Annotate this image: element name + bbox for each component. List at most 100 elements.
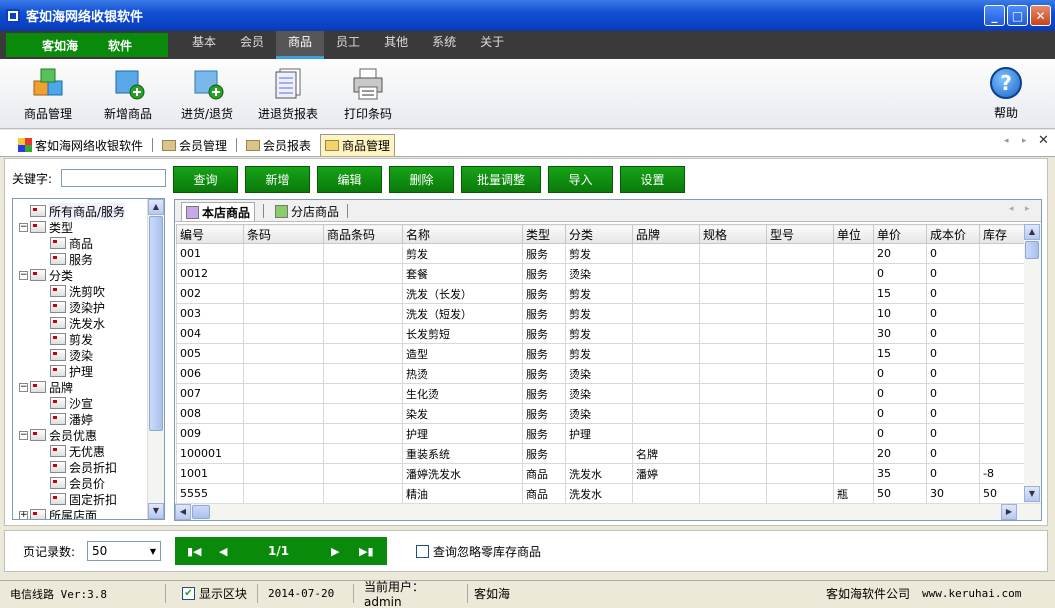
- tree-node[interactable]: 烫染护: [39, 299, 105, 315]
- table-row[interactable]: 100001 重装系统 服务 名牌 20 0: [176, 443, 1025, 464]
- help-button[interactable]: ? 帮助: [984, 67, 1028, 121]
- scroll-thumb[interactable]: [1025, 241, 1039, 259]
- tab-scroll-right-icon[interactable]: ▸: [1022, 136, 1027, 146]
- tab-own-store[interactable]: 本店商品: [181, 202, 256, 221]
- minimize-button[interactable]: _: [984, 5, 1005, 26]
- print-barcode-button[interactable]: 打印条码: [340, 67, 396, 122]
- goods-manage-button[interactable]: 商品管理: [20, 67, 76, 122]
- tab-goods-manage[interactable]: 商品管理: [320, 134, 396, 156]
- prev-page-icon[interactable]: ◀: [219, 545, 227, 558]
- tree-node[interactable]: 沙宣: [39, 395, 93, 411]
- page-size-select[interactable]: 50 ▼: [87, 541, 161, 561]
- tab-member-report[interactable]: 会员报表: [242, 134, 315, 156]
- table-row[interactable]: 007 生化烫 服务 烫染 0 0: [176, 383, 1025, 404]
- last-page-icon[interactable]: ▶▮: [359, 545, 374, 558]
- scroll-up-icon[interactable]: ▲: [1024, 224, 1040, 240]
- table-row[interactable]: 008 染发 服务 烫染 0 0: [176, 403, 1025, 424]
- column-header[interactable]: 编号: [176, 224, 244, 244]
- first-page-icon[interactable]: ▮◀: [187, 545, 202, 558]
- table-row[interactable]: 006 热烫 服务 烫染 0 0: [176, 363, 1025, 384]
- menu-system[interactable]: 系统: [420, 31, 468, 59]
- next-page-icon[interactable]: ▶: [331, 545, 339, 558]
- batch-adjust-button[interactable]: 批量调整: [461, 166, 541, 193]
- column-header[interactable]: 类型: [522, 224, 566, 244]
- column-header[interactable]: 品牌: [632, 224, 700, 244]
- grid-vscrollbar[interactable]: ▲ ▼: [1024, 224, 1041, 504]
- column-header[interactable]: 型号: [766, 224, 834, 244]
- column-header[interactable]: 条码: [243, 224, 324, 244]
- add-goods-button[interactable]: 新增商品: [100, 67, 156, 122]
- collapse-icon[interactable]: −: [19, 430, 28, 440]
- collapse-icon[interactable]: −: [19, 222, 28, 232]
- column-header[interactable]: 名称: [402, 224, 523, 244]
- tree-node[interactable]: 烫染: [39, 347, 93, 363]
- menu-about[interactable]: 关于: [468, 31, 516, 59]
- table-row[interactable]: 1001 潘婷洗发水 商品 洗发水 潘婷 35 0 -8: [176, 463, 1025, 484]
- ignore-zero-checkbox[interactable]: [416, 545, 429, 558]
- subtab-scroll-right-icon[interactable]: ▸: [1025, 204, 1030, 214]
- column-header[interactable]: 分类: [565, 224, 633, 244]
- expand-icon[interactable]: +: [19, 510, 28, 519]
- category-tree[interactable]: 所有商品/服务 − 类型 商品 服务 − 分类 洗剪吹 烫染护 洗发水 剪发 烫染 护理 − 品牌 沙宣 潘婷 −…: [12, 198, 165, 520]
- keyword-input[interactable]: [61, 169, 166, 187]
- edit-button[interactable]: 编辑: [317, 166, 382, 193]
- collapse-icon[interactable]: −: [19, 270, 28, 280]
- table-row[interactable]: 003 洗发（短发） 服务 剪发 10 0: [176, 303, 1025, 324]
- column-header[interactable]: 单价: [873, 224, 927, 244]
- table-row[interactable]: 004 长发剪短 服务 剪发 30 0: [176, 323, 1025, 344]
- scroll-down-icon[interactable]: ▼: [1024, 486, 1040, 502]
- query-button[interactable]: 查询: [173, 166, 238, 193]
- maximize-button[interactable]: □: [1007, 5, 1028, 26]
- tree-node[interactable]: 剪发: [39, 331, 93, 347]
- delete-button[interactable]: 删除: [389, 166, 454, 193]
- tree-node[interactable]: 所有商品/服务: [19, 202, 126, 220]
- tab-home[interactable]: 客如海网络收银软件: [14, 134, 147, 156]
- scroll-left-icon[interactable]: ◀: [175, 504, 191, 520]
- scroll-up-icon[interactable]: ▲: [148, 199, 164, 215]
- close-button[interactable]: ✕: [1030, 5, 1051, 26]
- tree-node[interactable]: − 会员优惠: [19, 427, 97, 443]
- menu-staff[interactable]: 员工: [324, 31, 372, 59]
- tree-scrollbar[interactable]: ▲ ▼: [147, 199, 164, 519]
- tab-scroll-left-icon[interactable]: ◂: [1004, 136, 1009, 146]
- scroll-right-icon[interactable]: ▶: [1001, 504, 1017, 520]
- table-row[interactable]: 009 护理 服务 护理 0 0: [176, 423, 1025, 444]
- menu-goods[interactable]: 商品: [276, 31, 325, 59]
- scroll-thumb[interactable]: [192, 505, 210, 519]
- tab-branch-store[interactable]: 分店商品: [271, 202, 343, 221]
- table-row[interactable]: 005 造型 服务 剪发 15 0: [176, 343, 1025, 364]
- subtab-scroll-left-icon[interactable]: ◂: [1009, 204, 1014, 214]
- scroll-down-icon[interactable]: ▼: [148, 503, 164, 519]
- table-row[interactable]: 001 剪发 服务 剪发 20 0: [176, 243, 1025, 264]
- menu-basic[interactable]: 基本: [180, 31, 228, 59]
- column-header[interactable]: 规格: [699, 224, 767, 244]
- tree-node[interactable]: + 所属店面: [19, 507, 97, 519]
- grid-hscrollbar[interactable]: ◀ ▶: [175, 503, 1041, 520]
- tree-node[interactable]: 会员折扣: [39, 459, 117, 475]
- tree-node[interactable]: 洗剪吹: [39, 283, 105, 299]
- table-row[interactable]: 5555 精油 商品 洗发水瓶 50 30 50: [176, 483, 1025, 504]
- tree-node[interactable]: 服务: [39, 251, 93, 267]
- settings-button[interactable]: 设置: [620, 166, 685, 193]
- collapse-icon[interactable]: −: [19, 382, 28, 392]
- tree-node[interactable]: 商品: [39, 235, 93, 251]
- column-header[interactable]: 成本价: [926, 224, 980, 244]
- import-button[interactable]: 导入: [548, 166, 613, 193]
- tree-node[interactable]: 洗发水: [39, 315, 105, 331]
- purchase-report-button[interactable]: 进退货报表: [256, 67, 320, 122]
- show-block-toggle[interactable]: ✔ 显示区块: [176, 584, 258, 603]
- menu-other[interactable]: 其他: [372, 31, 420, 59]
- scroll-thumb[interactable]: [149, 216, 163, 431]
- tree-node[interactable]: − 品牌: [19, 379, 73, 395]
- table-row[interactable]: 0012 套餐 服务 烫染 0 0: [176, 263, 1025, 284]
- tree-node[interactable]: 会员价: [39, 475, 105, 491]
- add-button[interactable]: 新增: [245, 166, 310, 193]
- tree-node[interactable]: − 类型: [19, 219, 73, 235]
- tree-node[interactable]: 无优惠: [39, 443, 105, 459]
- column-header[interactable]: 库存: [979, 224, 1025, 244]
- table-row[interactable]: 002 洗发（长发） 服务 剪发 15 0: [176, 283, 1025, 304]
- tab-member-manage[interactable]: 会员管理: [158, 134, 231, 156]
- column-header[interactable]: 单位: [833, 224, 874, 244]
- purchase-return-button[interactable]: 进货/退货: [177, 67, 237, 122]
- column-header[interactable]: 商品条码: [323, 224, 403, 244]
